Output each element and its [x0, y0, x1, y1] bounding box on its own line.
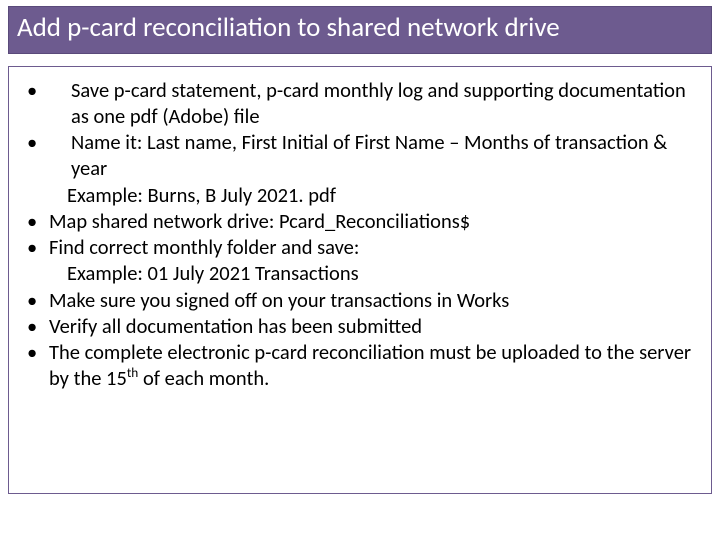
bullet-text: Find correct monthly folder and save:	[49, 234, 693, 260]
bullet-dot: •	[23, 339, 49, 365]
bullet-dot: •	[23, 129, 49, 155]
bullet-sub-example: Example: Burns, B July 2021. pdf	[23, 182, 693, 208]
bullet-dot: •	[23, 313, 49, 339]
bullet-text: Name it: Last name, First Initial of Fir…	[49, 129, 693, 181]
bullet-item: •Name it: Last name, First Initial of Fi…	[23, 129, 693, 181]
bullet-item: •The complete electronic p-card reconcil…	[23, 339, 693, 391]
bullet-dot: •	[23, 77, 49, 103]
bullet-text: Map shared network drive: Pcard_Reconcil…	[49, 208, 693, 234]
bullet-dot: •	[23, 287, 49, 313]
bullet-text: Save p-card statement, p-card monthly lo…	[49, 77, 693, 129]
bullet-item: •Verify all documentation has been submi…	[23, 313, 693, 339]
bullet-text: Verify all documentation has been submit…	[49, 313, 693, 339]
content-panel: •Save p-card statement, p-card monthly l…	[8, 66, 712, 494]
bullet-item: •Save p-card statement, p-card monthly l…	[23, 77, 693, 129]
bullet-text: Make sure you signed off on your transac…	[49, 287, 693, 313]
bullet-dot: •	[23, 234, 49, 260]
bullet-item: •Find correct monthly folder and save:	[23, 234, 693, 260]
slide-title: Add p-card reconciliation to shared netw…	[17, 13, 703, 43]
title-banner: Add p-card reconciliation to shared netw…	[8, 6, 712, 54]
bullet-text: The complete electronic p-card reconcili…	[49, 339, 693, 391]
bullet-item: •Map shared network drive: Pcard_Reconci…	[23, 208, 693, 234]
bullet-dot: •	[23, 208, 49, 234]
bullet-sub-example: Example: 01 July 2021 Transactions	[23, 260, 693, 286]
bullet-item: •Make sure you signed off on your transa…	[23, 287, 693, 313]
